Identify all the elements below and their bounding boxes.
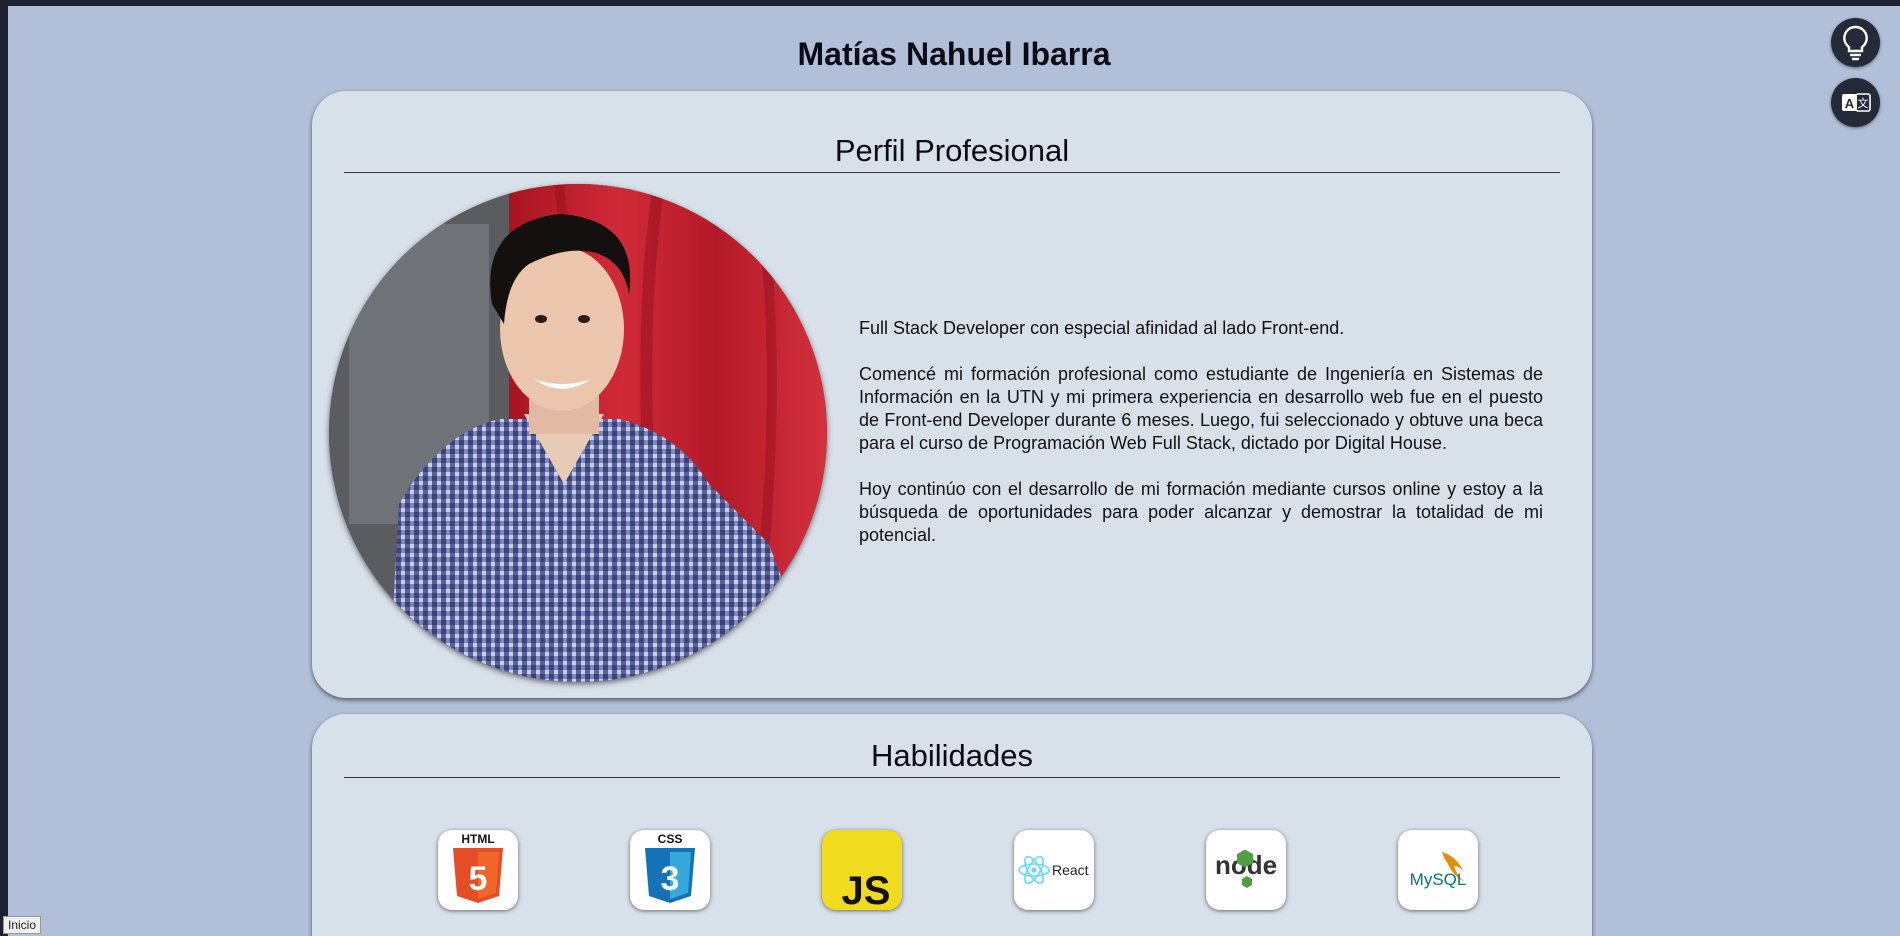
page: Matías Nahuel Ibarra Perfil Profesional <box>8 6 1900 936</box>
bio-paragraph: Full Stack Developer con especial afinid… <box>859 318 1345 338</box>
svg-text:3: 3 <box>661 860 680 898</box>
javascript-logo-icon: JS <box>822 830 902 910</box>
skill-label: React <box>1052 862 1089 878</box>
lightbulb-icon <box>1843 25 1868 61</box>
translate-icon: A 文 <box>1842 93 1871 112</box>
mysql-logo-icon: MySQL <box>1398 830 1478 910</box>
language-toggle-button[interactable]: A 文 <box>1831 78 1880 127</box>
react-logo-icon: React <box>1014 830 1094 910</box>
profile-bio: Full Stack Developer con especial afinid… <box>859 317 1543 570</box>
profile-card: Perfil Profesional Full Stack Developer … <box>312 91 1592 698</box>
bio-paragraph: Hoy continúo con el desarrollo de mi for… <box>859 479 1543 545</box>
skills-section-title: Habilidades <box>344 736 1560 778</box>
skill-label: CSS <box>658 832 683 846</box>
profile-photo <box>329 184 827 682</box>
page-title: Matías Nahuel Ibarra <box>797 36 1111 72</box>
html5-logo-icon: HTML 5 <box>438 830 518 910</box>
theme-toggle-button[interactable] <box>1831 18 1880 67</box>
skill-label: JS <box>842 869 891 910</box>
skill-label: HTML <box>461 832 494 846</box>
bio-paragraph: Comencé mi formación profesional como es… <box>859 364 1543 453</box>
css3-logo-icon: CSS 3 <box>630 830 710 910</box>
skills-card: Habilidades HTML 5 CSS 3 JS React MySQL <box>312 714 1592 936</box>
status-bar-url: Inicio <box>3 916 42 934</box>
svg-text:5: 5 <box>469 860 488 898</box>
svg-text:A: A <box>1845 96 1855 111</box>
skill-label: MySQL <box>1410 870 1467 889</box>
nodejs-logo-icon: node <box>1206 830 1286 910</box>
profile-section-title: Perfil Profesional <box>344 131 1560 173</box>
svg-text:文: 文 <box>1858 96 1869 110</box>
